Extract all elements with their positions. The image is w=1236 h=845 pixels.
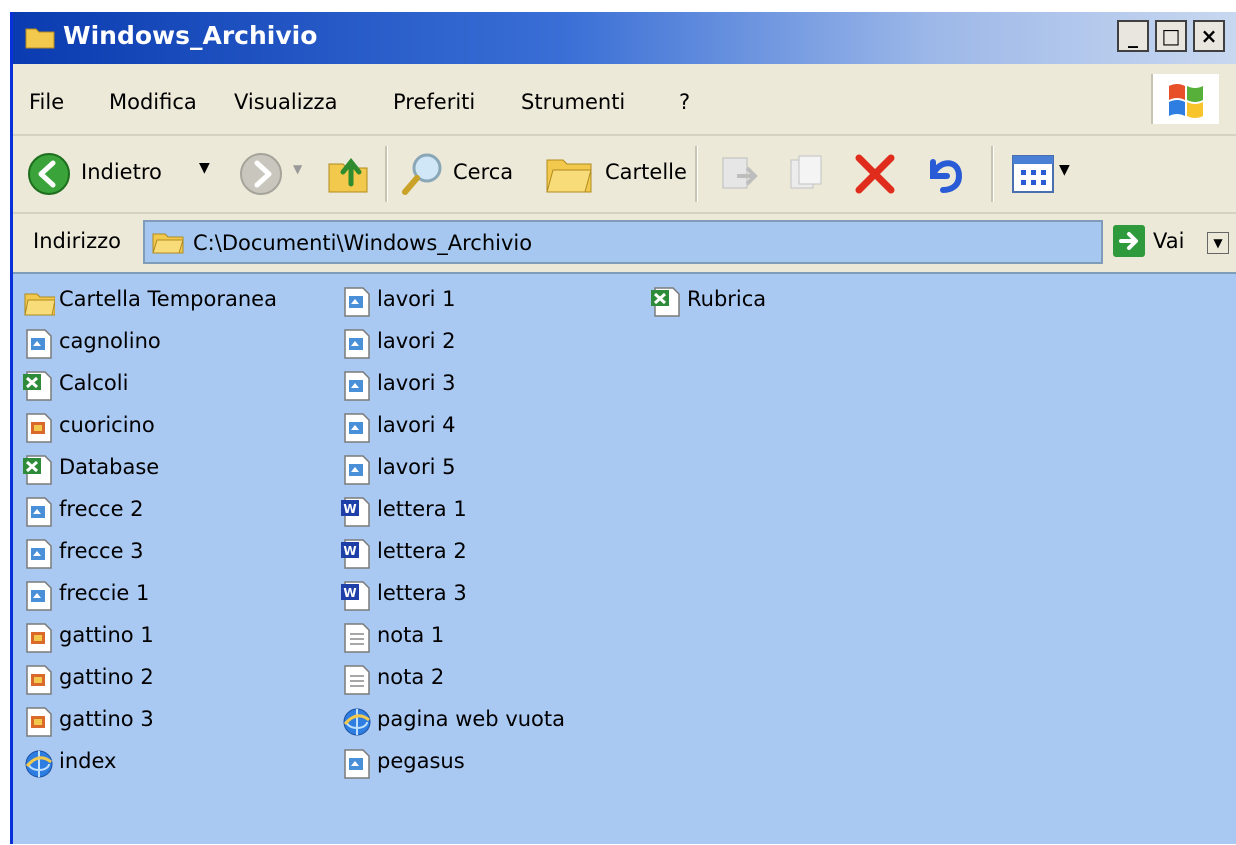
go-arrow-icon[interactable] <box>1113 225 1145 257</box>
word-document-icon: W <box>341 580 373 616</box>
paint-image-icon <box>341 454 373 490</box>
address-label: Indirizzo <box>33 229 122 253</box>
move-to-icon[interactable] <box>717 152 761 196</box>
paint-image-icon <box>23 538 55 574</box>
file-name: freccie 1 <box>59 581 150 605</box>
paint-image-icon <box>341 748 373 784</box>
file-name: lavori 1 <box>377 287 456 311</box>
file-name: nota 1 <box>377 623 445 647</box>
paint-image-icon <box>341 286 373 322</box>
back-button-label[interactable]: Indietro <box>81 160 162 184</box>
toolbar-separator <box>695 146 698 202</box>
title-bar[interactable]: Windows_Archivio _ □ × <box>13 12 1236 64</box>
windows-logo <box>1151 74 1219 124</box>
file-name: lettera 1 <box>377 497 467 521</box>
excel-file-icon <box>23 454 55 490</box>
close-button[interactable]: × <box>1193 20 1225 52</box>
word-document-icon: W <box>341 496 373 532</box>
file-name: gattino 1 <box>59 623 154 647</box>
file-name: Cartella Temporanea <box>59 287 277 311</box>
image-file-icon <box>23 664 55 700</box>
file-name: lavori 5 <box>377 455 456 479</box>
file-name: index <box>59 749 117 773</box>
toolbar-separator <box>385 146 388 202</box>
address-path: C:\Documenti\Windows_Archivio <box>193 231 533 255</box>
file-name: gattino 2 <box>59 665 154 689</box>
paint-image-icon <box>23 496 55 532</box>
forward-dropdown-icon[interactable]: ▼ <box>293 162 302 176</box>
explorer-window: Windows_Archivio _ □ × File Modifica Vis… <box>10 12 1236 844</box>
up-folder-icon[interactable] <box>325 150 371 196</box>
file-name: cagnolino <box>59 329 161 353</box>
file-name: nota 2 <box>377 665 445 689</box>
file-name: lettera 3 <box>377 581 467 605</box>
file-name: cuoricino <box>59 413 155 437</box>
image-file-icon <box>23 706 55 742</box>
image-file-icon <box>23 622 55 658</box>
search-icon[interactable] <box>399 150 447 198</box>
folder-icon <box>23 286 56 322</box>
file-name: lavori 2 <box>377 329 456 353</box>
address-field[interactable]: C:\Documenti\Windows_Archivio ▼ <box>143 220 1229 264</box>
svg-text:W: W <box>343 544 356 558</box>
file-name: Calcoli <box>59 371 129 395</box>
menu-strumenti[interactable]: Strumenti <box>521 90 625 114</box>
search-button-label[interactable]: Cerca <box>453 160 513 184</box>
go-button-label[interactable]: Vai <box>1153 229 1184 253</box>
paint-image-icon <box>341 412 373 448</box>
file-name: frecce 2 <box>59 497 144 521</box>
undo-icon[interactable] <box>919 150 967 198</box>
paint-image-icon <box>23 328 55 364</box>
views-icon[interactable] <box>1011 152 1055 196</box>
menu-help[interactable]: ? <box>679 90 690 114</box>
file-name: pegasus <box>377 749 465 773</box>
folders-icon[interactable] <box>543 148 595 198</box>
file-name: Database <box>59 455 160 479</box>
menu-bar: File Modifica Visualizza Preferiti Strum… <box>13 70 1236 136</box>
paint-image-icon <box>341 328 373 364</box>
web-page-icon <box>341 706 373 742</box>
address-dropdown-icon[interactable]: ▼ <box>1207 232 1229 254</box>
file-name: Rubrica <box>687 287 767 311</box>
folder-icon <box>152 233 184 254</box>
excel-file-icon <box>651 286 683 322</box>
back-arrow-icon[interactable] <box>27 152 71 196</box>
forward-arrow-icon[interactable] <box>239 152 283 196</box>
menu-file[interactable]: File <box>29 90 64 114</box>
file-name: lavori 4 <box>377 413 456 437</box>
menu-preferiti[interactable]: Preferiti <box>393 90 475 114</box>
back-dropdown-icon[interactable]: ▼ <box>199 160 210 176</box>
excel-file-icon <box>23 370 55 406</box>
minimize-button[interactable]: _ <box>1117 20 1149 52</box>
file-name: lavori 3 <box>377 371 456 395</box>
toolbar-separator <box>991 146 994 202</box>
file-name: pagina web vuota <box>377 707 566 731</box>
file-list-area[interactable]: Cartella Temporanea cagnolino Calcoli cuori… <box>13 272 1236 844</box>
paint-image-icon <box>23 580 55 616</box>
image-file-icon <box>23 412 55 448</box>
window-title: Windows_Archivio <box>63 21 318 50</box>
windows-flag-icon <box>1169 84 1203 118</box>
text-file-icon <box>341 622 373 658</box>
file-name: frecce 3 <box>59 539 144 563</box>
menu-visualizza[interactable]: Visualizza <box>234 90 337 114</box>
word-document-icon: W <box>341 538 373 574</box>
maximize-button[interactable]: □ <box>1155 20 1187 52</box>
text-file-icon <box>341 664 373 700</box>
delete-icon[interactable] <box>851 150 899 198</box>
address-bar: Indirizzo C:\Documenti\Windows_Archivio … <box>13 214 1236 272</box>
svg-text:W: W <box>343 502 356 516</box>
toolbar: Indietro ▼ ▼ Cerca Cartelle ▼ <box>13 136 1236 214</box>
file-name: lettera 2 <box>377 539 467 563</box>
web-page-icon <box>23 748 55 784</box>
paint-image-icon <box>341 370 373 406</box>
svg-text:W: W <box>343 586 356 600</box>
folder-icon <box>25 28 55 49</box>
folders-button-label[interactable]: Cartelle <box>605 160 687 184</box>
views-dropdown-icon[interactable]: ▼ <box>1059 162 1070 178</box>
file-name: gattino 3 <box>59 707 154 731</box>
copy-to-icon[interactable] <box>783 152 827 196</box>
menu-modifica[interactable]: Modifica <box>109 90 197 114</box>
